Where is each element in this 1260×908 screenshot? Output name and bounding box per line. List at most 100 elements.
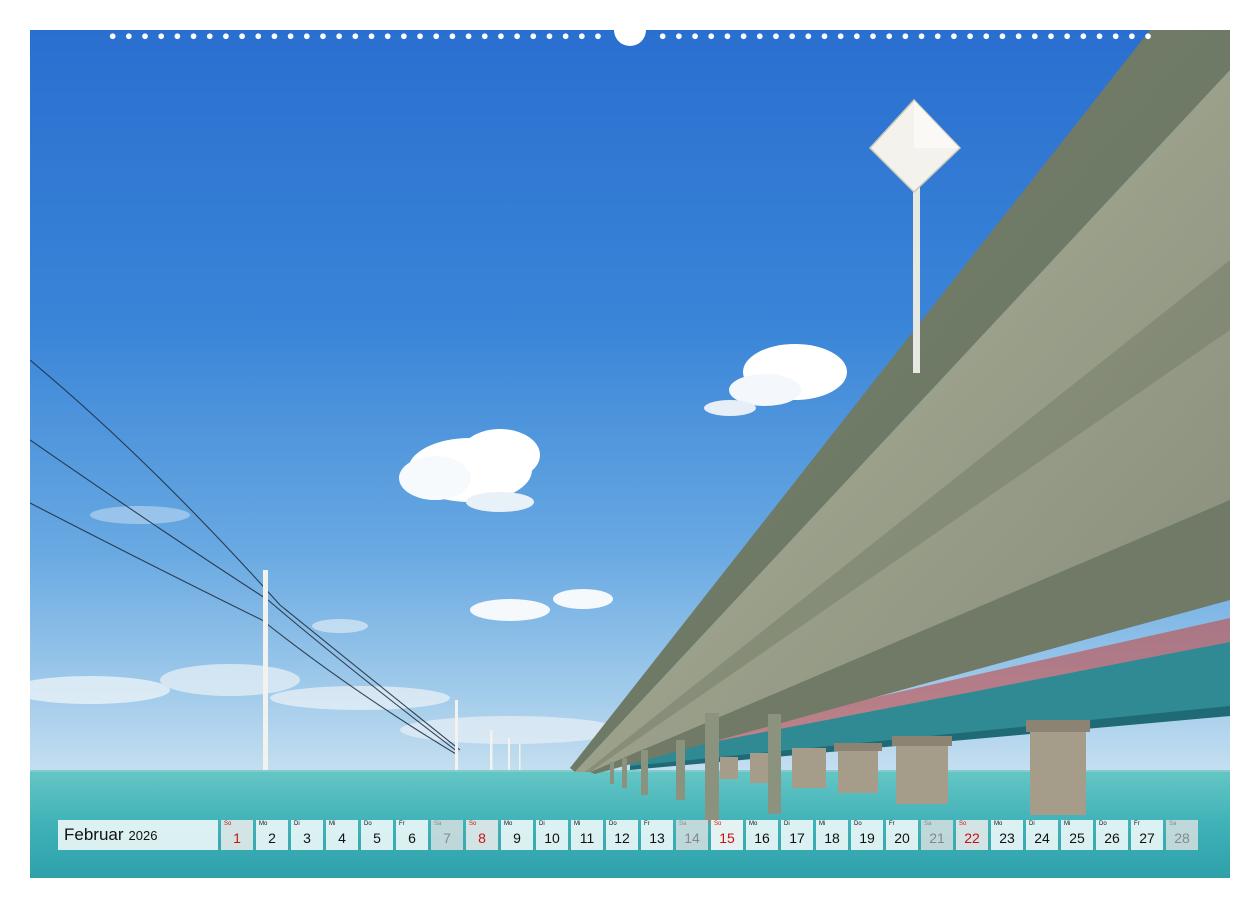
weekday-label: Sa bbox=[1169, 821, 1177, 827]
day-number: 5 bbox=[373, 830, 381, 846]
weekday-label: So bbox=[469, 821, 477, 827]
day-number: 24 bbox=[1034, 830, 1050, 846]
day-number: 25 bbox=[1069, 830, 1085, 846]
calendar-strip: Februar 2026 So 1 Mo 2 Di 3 Mi 4 Do 5 Fr 6 Sa 7 So 8 Mo 9… bbox=[58, 820, 1201, 850]
weekday-label: Sa bbox=[679, 821, 687, 827]
binding-hole bbox=[190, 33, 197, 40]
binding-hole bbox=[514, 33, 520, 40]
weekday-label: Mi bbox=[819, 821, 826, 827]
binding-hole bbox=[951, 33, 957, 40]
day-cell: Mo 9 bbox=[501, 820, 533, 850]
day-cell: So 8 bbox=[466, 820, 498, 850]
weekday-label: Di bbox=[784, 821, 790, 827]
day-number: 11 bbox=[579, 830, 595, 846]
month-name: Februar bbox=[64, 825, 124, 844]
binding-hole bbox=[967, 33, 973, 40]
day-cell: So 15 bbox=[711, 820, 743, 850]
day-cell: Sa 28 bbox=[1166, 820, 1198, 850]
binding-hole bbox=[465, 33, 472, 40]
binding-hole bbox=[401, 33, 407, 40]
binding-hole bbox=[481, 33, 488, 40]
weekday-label: So bbox=[224, 821, 232, 827]
weekday-label: So bbox=[714, 821, 722, 827]
binding-hole bbox=[384, 33, 391, 40]
weekday-label: Fr bbox=[399, 821, 405, 827]
binding-hole bbox=[206, 33, 213, 40]
binding-hole bbox=[320, 33, 326, 40]
weekday-label: Mi bbox=[1064, 821, 1071, 827]
binding-hole bbox=[1048, 33, 1054, 40]
day-cell: Mo 23 bbox=[991, 820, 1023, 850]
binding-hole bbox=[692, 33, 698, 40]
day-number: 14 bbox=[684, 830, 700, 846]
day-number: 2 bbox=[268, 830, 276, 846]
binding-hole bbox=[109, 33, 116, 40]
binding-hole bbox=[223, 33, 229, 40]
day-number: 15 bbox=[719, 830, 735, 846]
binding-hole bbox=[530, 33, 537, 40]
binding-hole bbox=[158, 33, 165, 40]
day-number: 28 bbox=[1174, 830, 1190, 846]
binding-hole bbox=[433, 33, 440, 40]
binding-holes bbox=[109, 30, 1151, 46]
day-cell: Di 10 bbox=[536, 820, 568, 850]
binding-hole bbox=[724, 33, 731, 40]
day-number: 10 bbox=[544, 830, 560, 846]
day-number: 26 bbox=[1104, 830, 1120, 846]
day-number: 17 bbox=[789, 830, 805, 846]
day-number: 3 bbox=[303, 830, 311, 846]
binding-hole bbox=[999, 33, 1006, 40]
binding-hole bbox=[740, 33, 747, 40]
day-number: 27 bbox=[1139, 830, 1155, 846]
day-cell: So 1 bbox=[221, 820, 253, 850]
binding-hole bbox=[918, 33, 925, 40]
day-number: 18 bbox=[824, 830, 840, 846]
day-cell: Fr 20 bbox=[886, 820, 918, 850]
binding-hole bbox=[773, 33, 779, 40]
day-number: 6 bbox=[408, 830, 416, 846]
binding-hole bbox=[1031, 33, 1038, 40]
binding-hole bbox=[756, 33, 763, 40]
binding-hole bbox=[287, 33, 294, 40]
binding-hole bbox=[789, 33, 795, 40]
day-cell: Do 26 bbox=[1096, 820, 1128, 850]
binding-hole bbox=[303, 33, 310, 40]
cloud-center bbox=[399, 429, 540, 512]
binding-hole bbox=[886, 33, 893, 40]
day-cell: Di 24 bbox=[1026, 820, 1058, 850]
day-cell: So 22 bbox=[956, 820, 988, 850]
day-cell: Mi 11 bbox=[571, 820, 603, 850]
binding-hole bbox=[578, 33, 585, 40]
weekday-label: Mo bbox=[749, 821, 758, 827]
binding-hole bbox=[562, 33, 569, 40]
day-cells: So 1 Mo 2 Di 3 Mi 4 Do 5 Fr 6 Sa 7 So 8 Mo 9 Di 10 Mi 11 Do 12 F… bbox=[221, 820, 1201, 850]
weekday-label: Do bbox=[364, 821, 372, 827]
binding-hole bbox=[821, 33, 828, 40]
binding-hole bbox=[336, 33, 342, 40]
binding-hole bbox=[546, 33, 553, 40]
weekday-label: Do bbox=[1099, 821, 1107, 827]
day-number: 7 bbox=[443, 830, 451, 846]
day-cell: Do 12 bbox=[606, 820, 638, 850]
day-number: 1 bbox=[233, 830, 241, 846]
weekday-label: Di bbox=[1029, 821, 1035, 827]
binding-hole bbox=[805, 33, 812, 40]
binding-hole bbox=[708, 33, 715, 40]
cloud-right bbox=[704, 344, 847, 416]
binding-hole bbox=[902, 33, 909, 40]
bridge-scene bbox=[30, 30, 1230, 878]
binding-hole bbox=[1145, 33, 1151, 40]
weekday-label: Do bbox=[609, 821, 617, 827]
binding-hole bbox=[255, 33, 262, 40]
binding-hole bbox=[934, 33, 941, 40]
binding-hole bbox=[1015, 33, 1022, 40]
binding-hole bbox=[1112, 33, 1119, 40]
weekday-label: So bbox=[959, 821, 967, 827]
day-number: 12 bbox=[614, 830, 630, 846]
binding-hole bbox=[449, 33, 456, 40]
binding-hole bbox=[659, 33, 666, 40]
day-cell: Do 19 bbox=[851, 820, 883, 850]
day-cell: Fr 27 bbox=[1131, 820, 1163, 850]
day-number: 4 bbox=[338, 830, 346, 846]
day-cell: Mo 2 bbox=[256, 820, 288, 850]
